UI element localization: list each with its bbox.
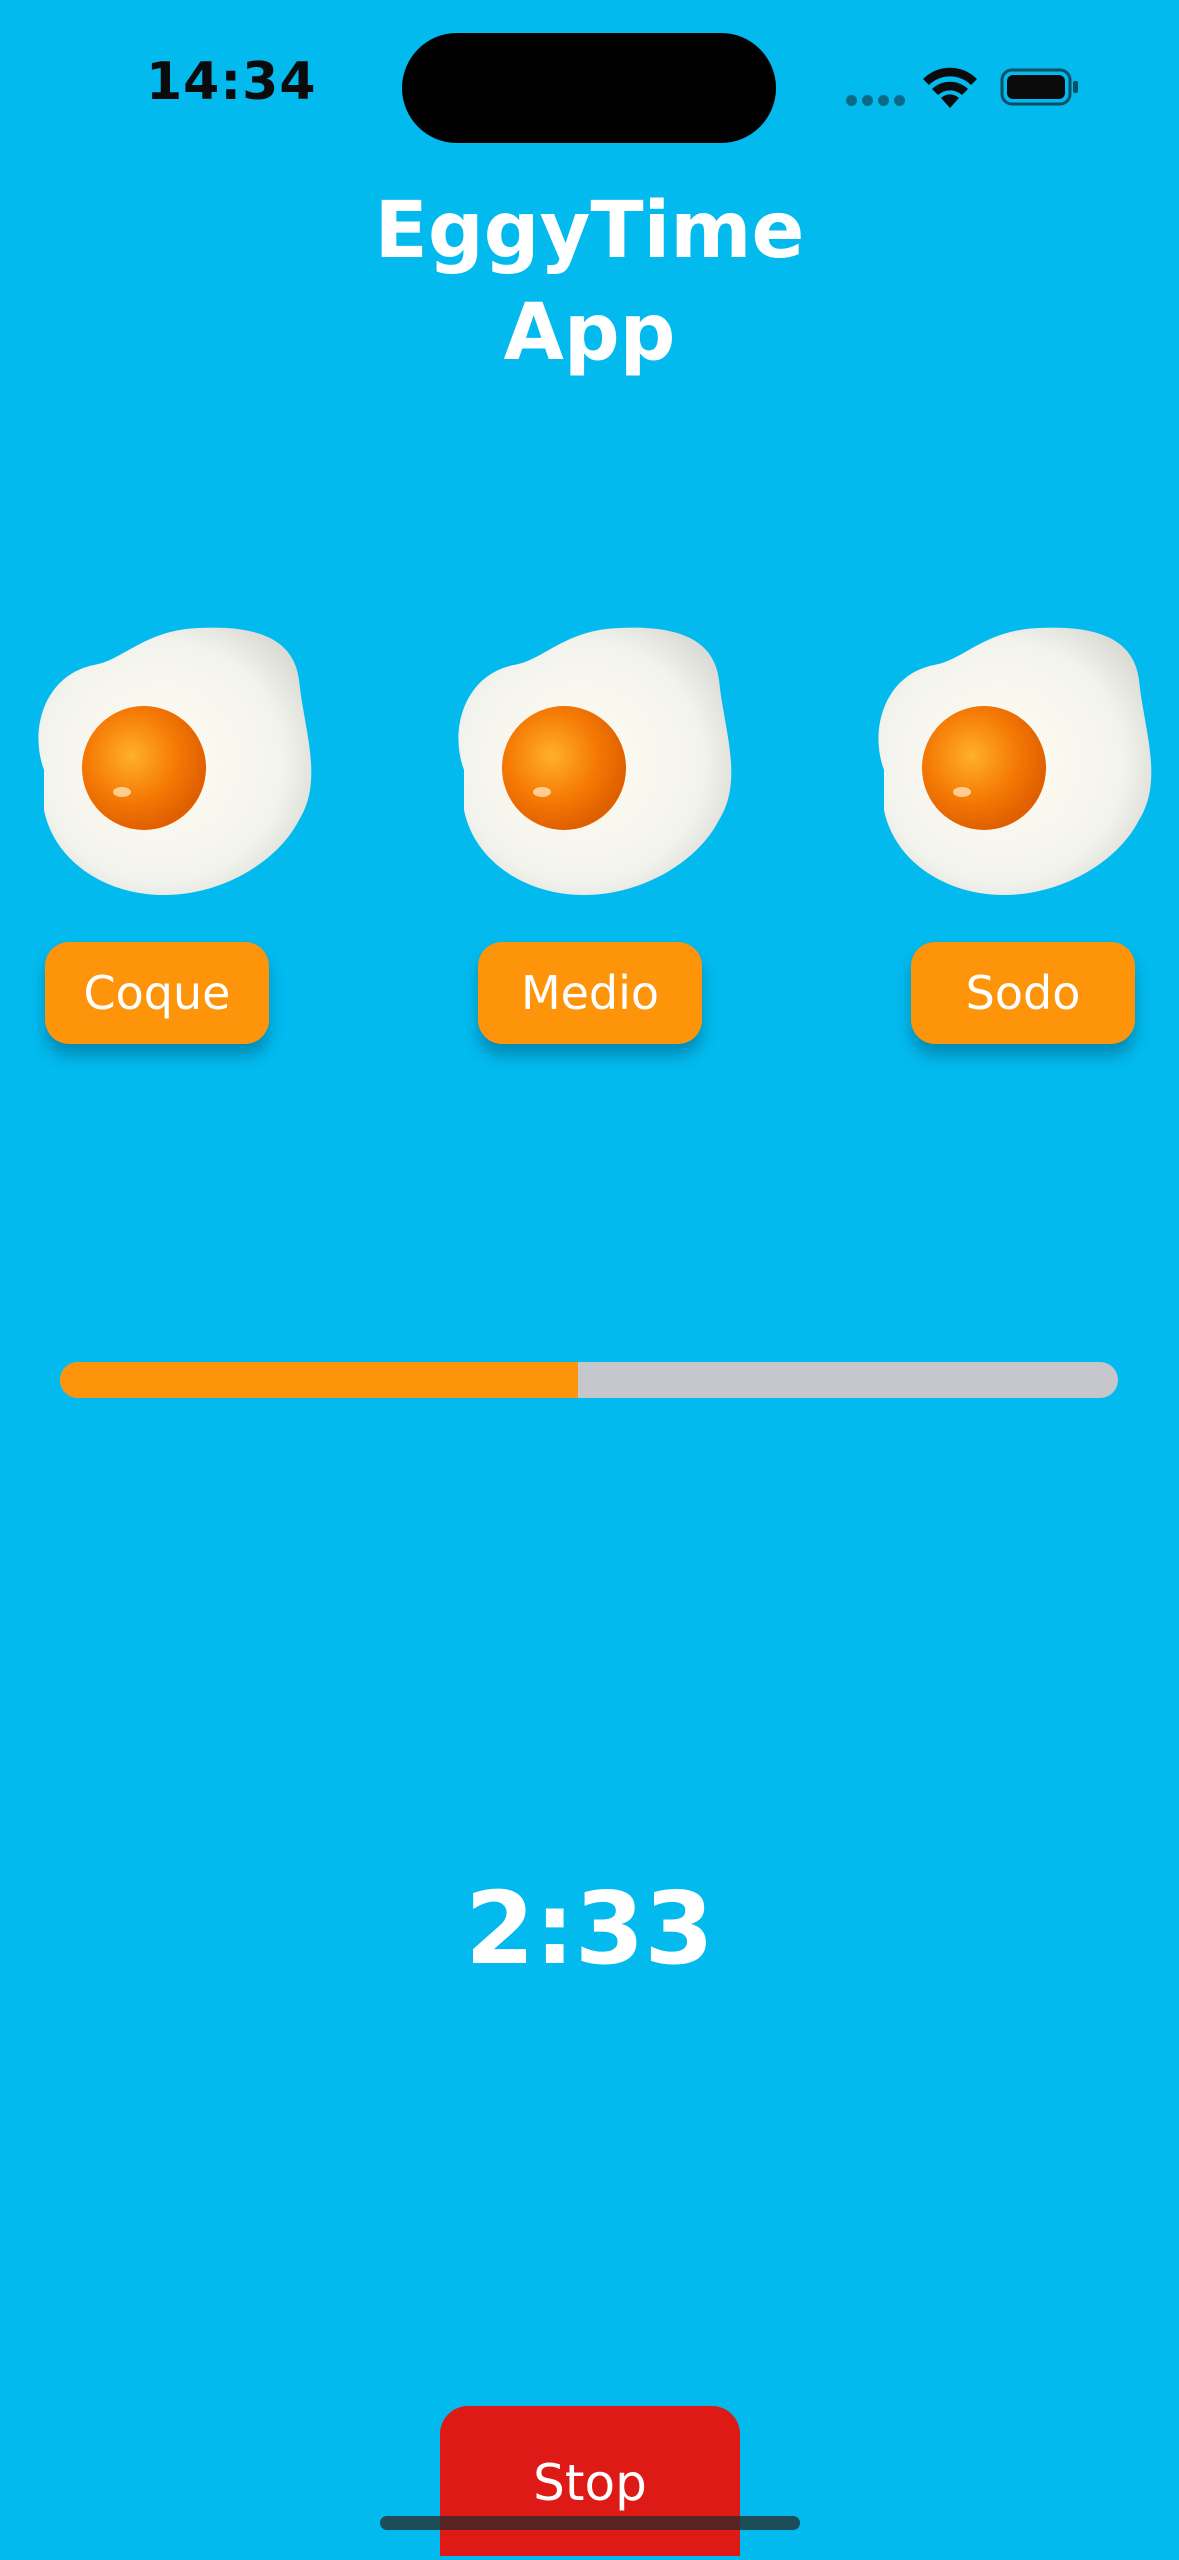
- app-title: EggyTime App: [374, 186, 805, 378]
- fried-egg-icon: [24, 620, 318, 900]
- sodo-button[interactable]: Sodo: [911, 942, 1135, 1044]
- wifi-icon: [922, 64, 978, 108]
- status-time: 14:34: [146, 52, 317, 112]
- fried-egg-icon: [864, 620, 1158, 900]
- home-indicator: [380, 2516, 800, 2530]
- stop-button[interactable]: Stop: [440, 2406, 740, 2556]
- progress-bar: [60, 1362, 1118, 1398]
- coque-button[interactable]: Coque: [45, 942, 269, 1044]
- battery-icon: [1000, 66, 1080, 108]
- fried-egg-icon: [444, 620, 738, 900]
- medio-button[interactable]: Medio: [478, 942, 702, 1044]
- timer-label: 2:33: [465, 1870, 714, 1987]
- progress-fill: [60, 1362, 579, 1398]
- egg-timer-screen: 14:34 EggyTime App Coque Medio Sodo 2:33…: [0, 0, 1179, 2556]
- dynamic-island: [402, 33, 776, 143]
- cell-signal-icon: [846, 95, 905, 106]
